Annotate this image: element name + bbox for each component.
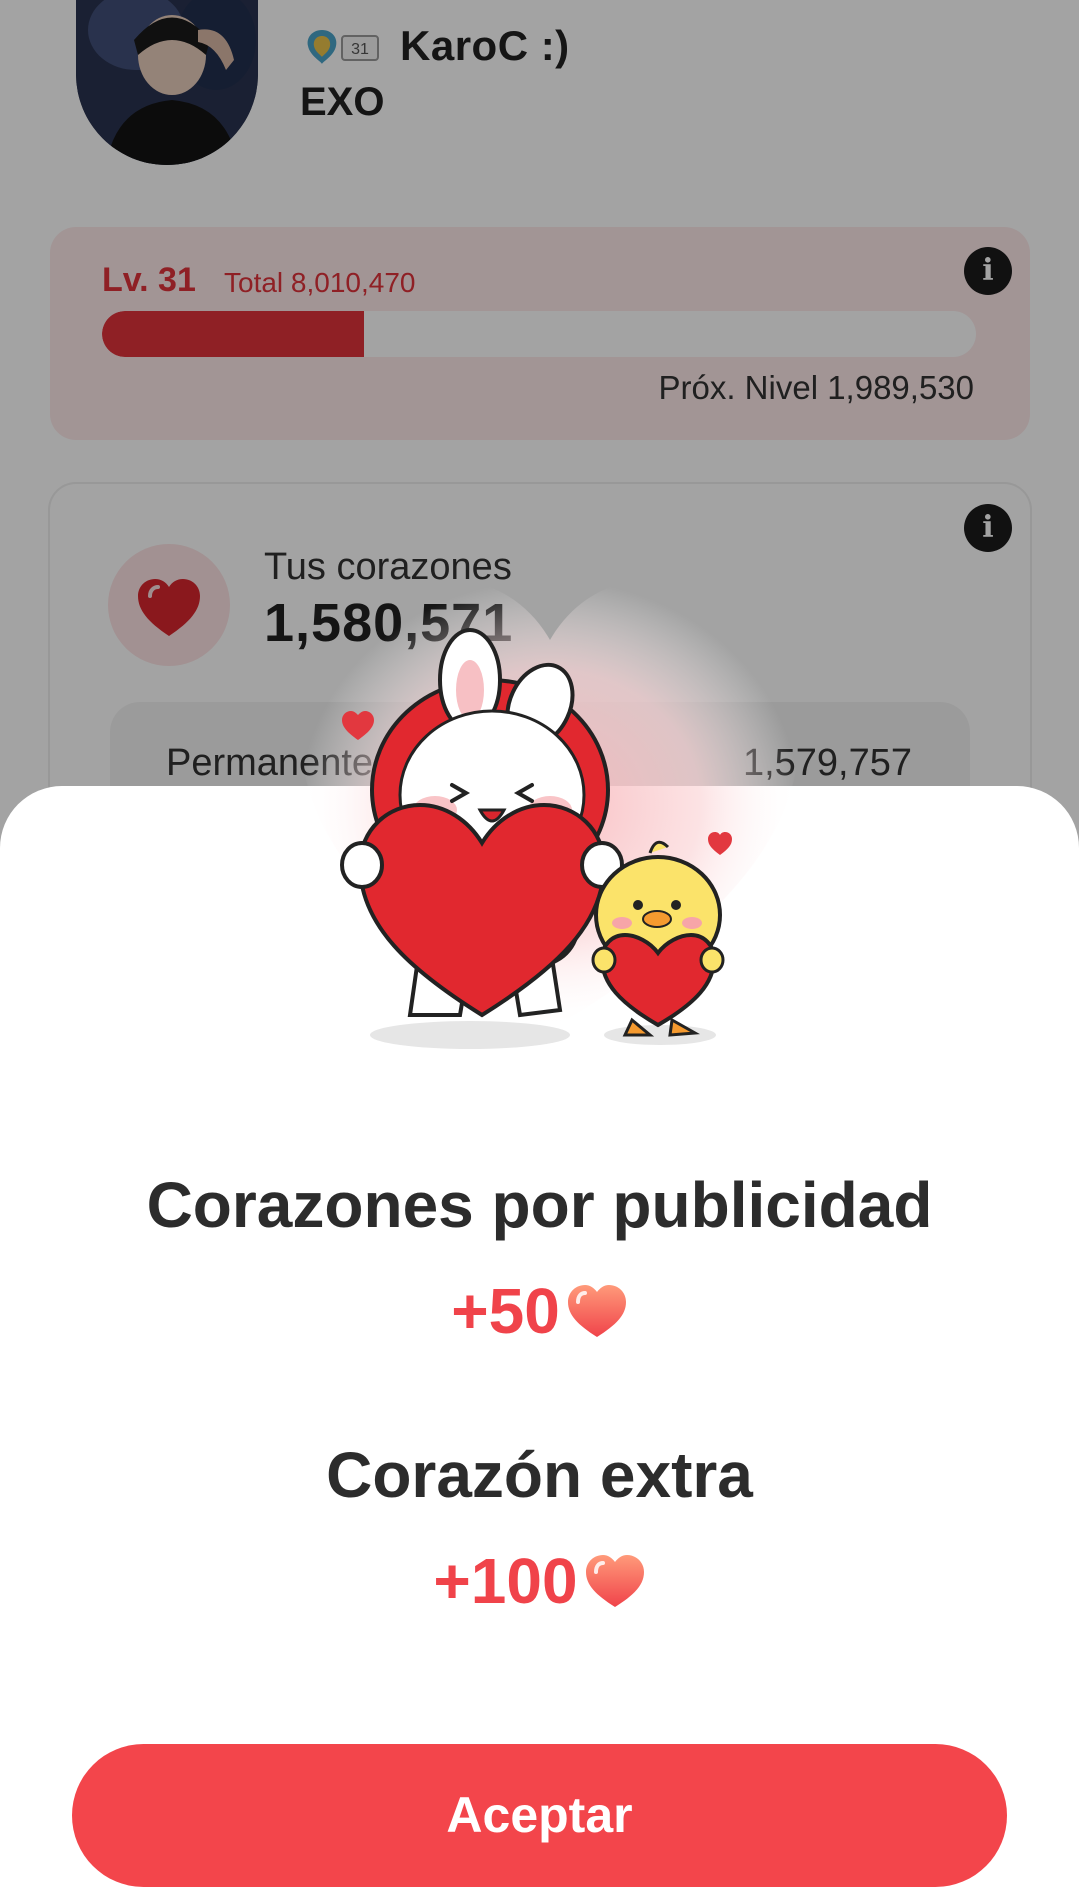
extra-heart-title: Corazón extra	[326, 1439, 753, 1511]
ad-hearts-reward: +50	[0, 1274, 1079, 1348]
heart-icon	[567, 1285, 626, 1337]
ad-hearts-title: Corazones por publicidad	[146, 1169, 933, 1241]
extra-heart-reward: +100	[0, 1544, 1079, 1618]
heart-icon	[585, 1555, 644, 1607]
ad-hearts-amount: +50	[451, 1275, 560, 1347]
accept-button[interactable]: Aceptar	[72, 1744, 1007, 1887]
extra-heart-amount: +100	[433, 1545, 578, 1617]
bunny-and-chick-mascot	[340, 628, 732, 1049]
